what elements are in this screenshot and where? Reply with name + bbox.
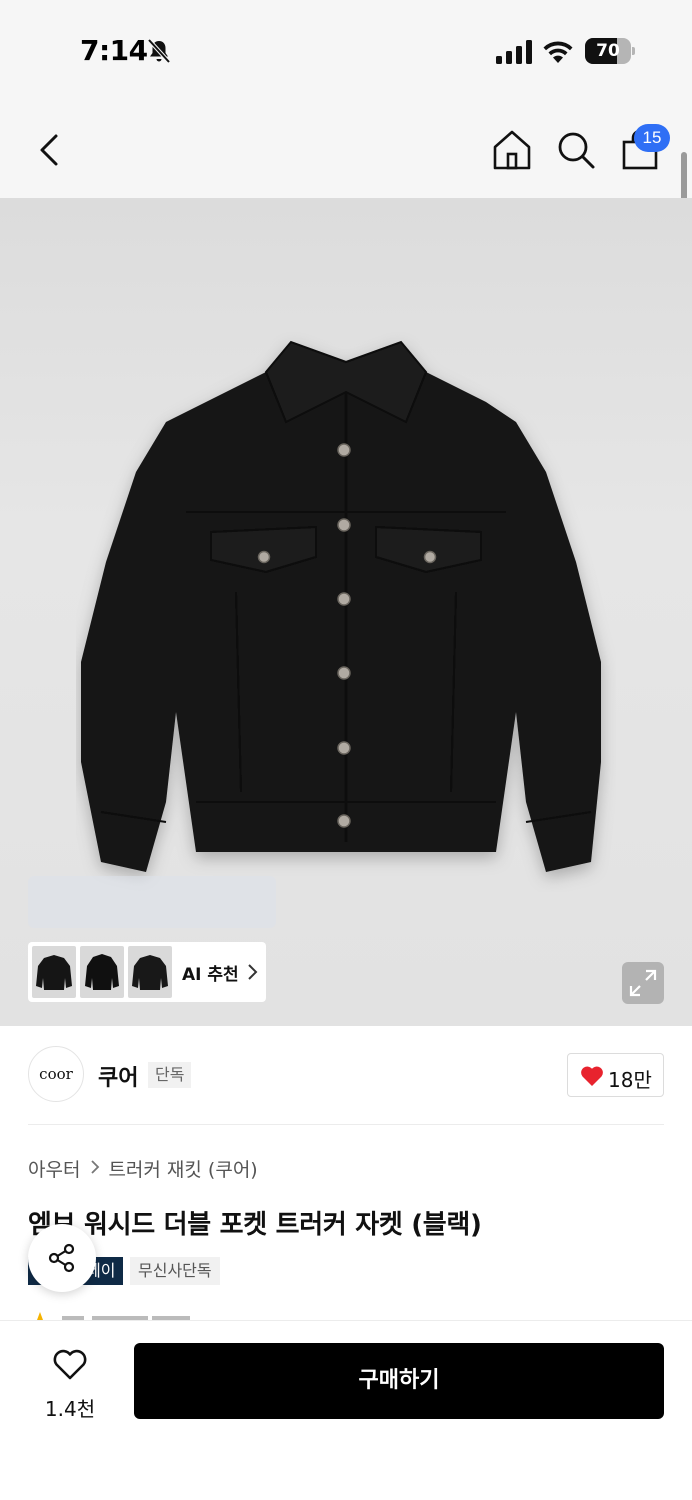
buy-button[interactable]: 구매하기 [134, 1343, 664, 1419]
cellular-signal-icon [496, 40, 532, 64]
battery-icon: 70 [585, 38, 635, 64]
back-arrow-icon[interactable] [30, 130, 70, 170]
category-breadcrumb: 아우터 트러커 재킷 (쿠어) [28, 1155, 258, 1182]
ai-recommend-label: AI 추천 [182, 965, 239, 985]
recommend-thumbnail[interactable] [80, 946, 124, 998]
divider [28, 1124, 664, 1125]
status-time: 7:14 [80, 34, 148, 67]
heart-outline-icon [53, 1349, 87, 1380]
wishlist-count: 1.4천 [44, 1397, 96, 1421]
recommend-thumbnail[interactable] [32, 946, 76, 998]
exclusive-tag: 단독 [148, 1062, 192, 1088]
expand-icon [629, 969, 657, 997]
bell-off-icon [147, 38, 171, 64]
status-bar: 7:14 70 [0, 0, 692, 100]
product-title: 엠브 워시드 더블 포켓 트러커 자켓 (블랙) [28, 1210, 482, 1240]
rating-row-partial [37, 1312, 190, 1320]
brand-logo[interactable]: coor [28, 1046, 84, 1102]
search-icon[interactable] [554, 128, 598, 172]
heart-filled-icon [581, 1066, 603, 1086]
category-level1[interactable]: 아우터 [28, 1159, 80, 1181]
brand-name[interactable]: 쿠어 [98, 1060, 138, 1092]
brand-like-count: 18만 [608, 1068, 652, 1092]
cart-count-badge: 15 [634, 124, 670, 152]
share-icon [48, 1243, 75, 1273]
fullscreen-button[interactable] [622, 962, 664, 1004]
ai-recommend-strip[interactable]: AI 추천 [28, 942, 266, 1002]
chevron-right-icon [91, 1160, 100, 1174]
share-button[interactable] [28, 1224, 96, 1292]
jacket-image [81, 340, 601, 872]
home-icon[interactable] [490, 128, 534, 172]
recommend-thumbnail[interactable] [128, 946, 172, 998]
brand-like-button[interactable]: 18만 [567, 1053, 664, 1097]
musinsa-exclusive-tag: 무신사단독 [130, 1257, 220, 1285]
wifi-icon [543, 41, 573, 63]
promo-banner-overlay [28, 876, 276, 928]
chevron-right-icon [248, 964, 258, 980]
category-level2[interactable]: 트러커 재킷 (쿠어) [108, 1159, 257, 1181]
wishlist-button[interactable]: 1.4천 [28, 1343, 112, 1423]
top-nav-bar [0, 100, 692, 198]
product-image[interactable]: AI 추천 [0, 198, 692, 1026]
bottom-action-bar: 1.4천 구매하기 [0, 1320, 692, 1500]
battery-level: 70 [596, 41, 620, 61]
